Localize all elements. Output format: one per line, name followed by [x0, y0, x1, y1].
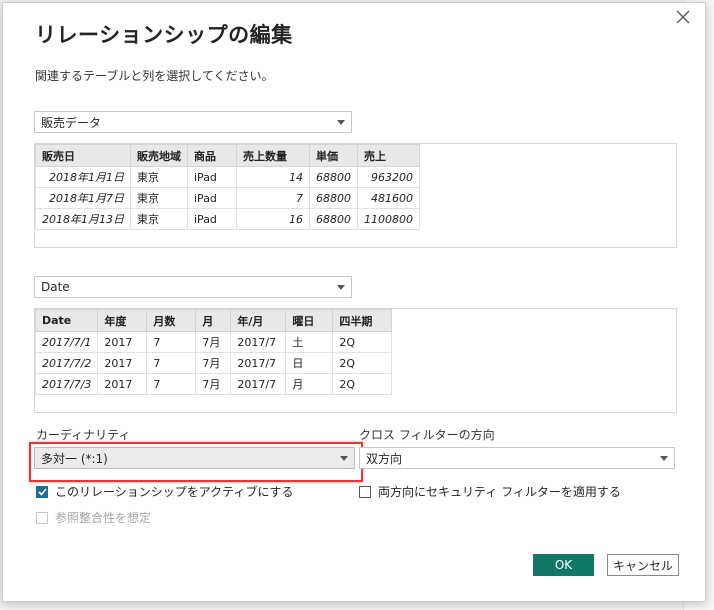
table-cell: iPad	[187, 208, 237, 230]
table-row: 2017/7/2 2017 7 7月 2017/7 日 2Q	[34, 352, 393, 374]
table-cell: 2018年1月7日	[35, 187, 131, 209]
table-cell: 2Q	[332, 373, 393, 395]
column-header: Date	[34, 309, 99, 332]
table-cell: 7月	[195, 352, 232, 374]
referential-integrity-checkbox: 参照整合性を想定	[36, 509, 151, 526]
edit-relationship-dialog: リレーションシップの編集 関連するテーブルと列を選択してください。 販売データ …	[2, 2, 706, 602]
table-cell: 2Q	[332, 331, 393, 353]
checkbox-box	[36, 511, 48, 524]
chevron-down-icon	[331, 119, 351, 125]
column-header: 曜日	[285, 309, 334, 332]
checkbox-box	[36, 485, 48, 498]
column-header: 四半期	[332, 309, 393, 332]
table-cell: 68800	[309, 208, 358, 230]
table-cell: 7月	[195, 331, 232, 353]
table-cell: 7	[146, 373, 197, 395]
table-cell: 7月	[195, 373, 232, 395]
table-cell: 7	[146, 331, 197, 353]
crossfilter-label: クロス フィルターの方向	[359, 428, 495, 442]
table-cell: 481600	[357, 187, 420, 209]
table-cell: 68800	[309, 187, 358, 209]
table1-select[interactable]: 販売データ	[34, 111, 352, 133]
dialog-title: リレーションシップの編集	[35, 23, 293, 47]
chevron-down-icon	[654, 455, 674, 461]
crossfilter-select[interactable]: 双方向	[359, 447, 675, 469]
table-cell: 2017	[97, 352, 148, 374]
close-button[interactable]	[671, 5, 695, 29]
security-filter-label: 両方向にセキュリティ フィルターを適用する	[378, 485, 621, 499]
cardinality-select-value: 多対一 (*:1)	[41, 451, 108, 466]
column-header: 月	[195, 309, 232, 332]
table-cell: 2017/7	[230, 373, 287, 395]
referential-integrity-label: 参照整合性を想定	[55, 511, 152, 525]
table-cell: 68800	[309, 166, 358, 188]
column-header: 売上数量	[236, 144, 310, 167]
table-cell: 2017	[97, 331, 148, 353]
table-cell: 2018年1月13日	[35, 208, 131, 230]
table-cell: 2017/7	[230, 352, 287, 374]
active-relationship-label: このリレーションシップをアクティブにする	[55, 485, 294, 499]
table-cell: 2017/7	[230, 331, 287, 353]
column-header: 月数	[146, 309, 197, 332]
table-row: 2018年1月7日 東京 iPad 7 68800 481600	[35, 187, 420, 209]
table1-grid: 販売日 販売地域 商品 売上数量 単価 売上 2018年1月1日 東京 iPad…	[35, 144, 420, 230]
cardinality-select[interactable]: 多対一 (*:1)	[34, 447, 355, 469]
table-header-row: 販売日 販売地域 商品 売上数量 単価 売上	[35, 144, 420, 167]
cancel-button[interactable]: キャンセル	[607, 554, 679, 576]
table-cell: 2017/7/2	[34, 352, 99, 374]
column-header: 販売地域	[130, 144, 188, 167]
table2-select[interactable]: Date	[34, 276, 352, 298]
dialog-subtitle: 関連するテーブルと列を選択してください。	[35, 69, 274, 83]
table-cell: 2018年1月1日	[35, 166, 131, 188]
table-cell: 14	[236, 166, 310, 188]
close-icon	[676, 10, 690, 24]
active-relationship-checkbox[interactable]: このリレーションシップをアクティブにする	[36, 483, 294, 500]
table-cell: 16	[236, 208, 310, 230]
column-header: 売上	[357, 144, 420, 167]
table-cell: 東京	[130, 187, 188, 209]
table-cell: 月	[285, 373, 334, 395]
ok-button[interactable]: OK	[533, 554, 594, 576]
table-row: 2018年1月13日 東京 iPad 16 68800 1100800	[35, 208, 420, 230]
column-header: 単価	[309, 144, 358, 167]
chevron-down-icon	[331, 284, 351, 290]
table-row: 2017/7/3 2017 7 7月 2017/7 月 2Q	[34, 373, 393, 395]
table-cell: 963200	[357, 166, 420, 188]
table-cell: 1100800	[357, 208, 420, 230]
table-cell: 2017	[97, 373, 148, 395]
crossfilter-select-value: 双方向	[366, 451, 403, 466]
checkbox-box	[359, 485, 371, 498]
table-cell: 東京	[130, 166, 188, 188]
column-header: 販売日	[35, 144, 131, 167]
table-cell: 日	[285, 352, 334, 374]
column-header: 商品	[187, 144, 237, 167]
table-cell: 2Q	[332, 352, 393, 374]
table-row: 2017/7/1 2017 7 7月 2017/7 土 2Q	[34, 331, 393, 353]
table1-preview: 販売日 販売地域 商品 売上数量 単価 売上 2018年1月1日 東京 iPad…	[34, 143, 677, 248]
table-cell: 7	[146, 352, 197, 374]
table-cell: iPad	[187, 187, 237, 209]
table-header-row: Date 年度 月数 月 年/月 曜日 四半期	[34, 309, 393, 332]
table-cell: 2017/7/1	[34, 331, 99, 353]
table1-select-value: 販売データ	[41, 115, 102, 130]
table-cell: iPad	[187, 166, 237, 188]
checkmark-icon	[37, 487, 47, 496]
table2-preview: Date 年度 月数 月 年/月 曜日 四半期 2017/7/1 2017 7 …	[34, 308, 677, 413]
security-filter-checkbox[interactable]: 両方向にセキュリティ フィルターを適用する	[359, 483, 621, 500]
table-cell: 7	[236, 187, 310, 209]
table-cell: 土	[285, 331, 334, 353]
table-cell: 東京	[130, 208, 188, 230]
table-cell: 2017/7/3	[34, 373, 99, 395]
table2-select-value: Date	[41, 280, 70, 294]
table2-grid: Date 年度 月数 月 年/月 曜日 四半期 2017/7/1 2017 7 …	[34, 309, 393, 395]
column-header: 年/月	[230, 309, 287, 332]
cardinality-label: カーディナリティ	[36, 428, 131, 442]
column-header: 年度	[97, 309, 148, 332]
table-row: 2018年1月1日 東京 iPad 14 68800 963200	[35, 166, 420, 188]
chevron-down-icon	[334, 455, 354, 461]
